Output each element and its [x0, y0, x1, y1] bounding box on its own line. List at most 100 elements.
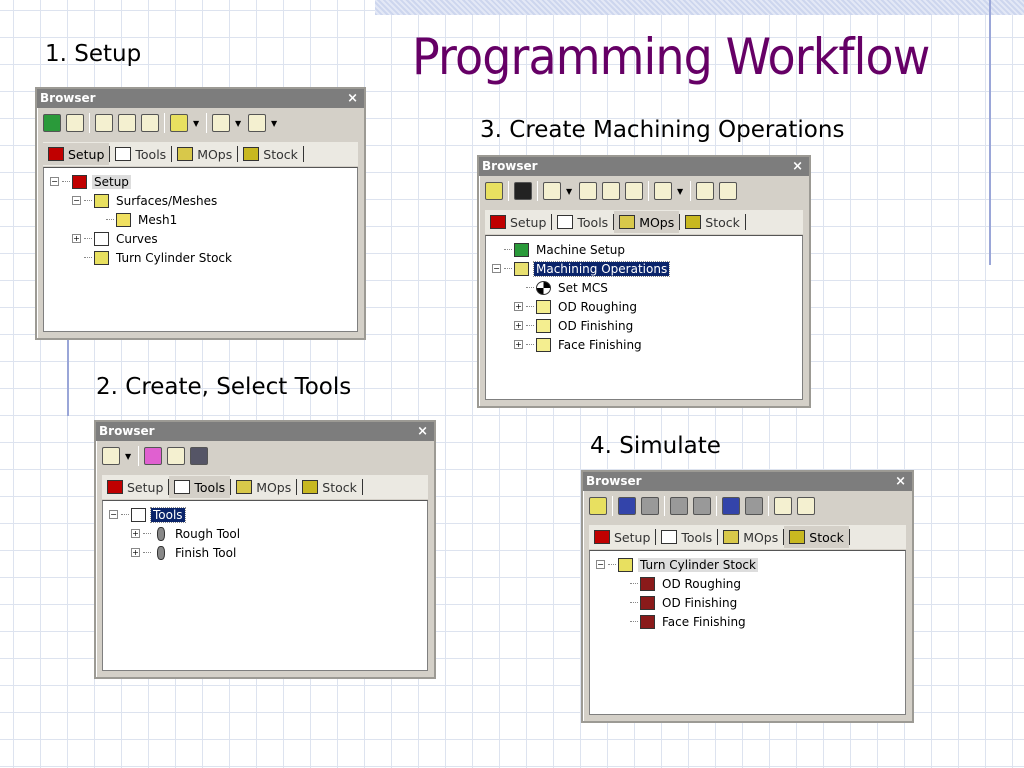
tree-item[interactable]: Mesh1 — [50, 210, 357, 229]
report-icon[interactable] — [696, 182, 714, 200]
tree-item[interactable]: OD Roughing — [596, 574, 905, 593]
tree-item[interactable]: − Setup — [50, 172, 357, 191]
tree-item[interactable]: − Tools — [109, 505, 427, 524]
expand-icon[interactable]: + — [131, 529, 140, 538]
dropdown-arrow-icon[interactable]: ▼ — [677, 187, 685, 196]
close-icon[interactable]: × — [347, 89, 364, 108]
slide-title: Programming Workflow — [412, 28, 930, 86]
move-icon[interactable] — [118, 114, 136, 132]
collapse-icon[interactable]: − — [50, 177, 59, 186]
tab-tools[interactable]: Tools — [169, 476, 231, 498]
tools-tab-icon — [557, 215, 574, 229]
tree-item[interactable]: Face Finishing — [596, 612, 905, 631]
tool-icon[interactable] — [102, 447, 120, 465]
tab-mops[interactable]: MOps — [172, 143, 237, 165]
tools-hammer-icon[interactable] — [248, 114, 266, 132]
tab-stock[interactable]: Stock — [784, 526, 849, 548]
dropdown-arrow-icon[interactable]: ▼ — [566, 187, 574, 196]
dropdown-arrow-icon[interactable]: ▼ — [125, 452, 133, 461]
setup-tab-icon — [107, 480, 123, 494]
tree-item[interactable]: OD Finishing — [596, 593, 905, 612]
mops-tab-icon — [236, 480, 253, 494]
tree-connector — [630, 602, 638, 603]
expand-icon[interactable]: + — [72, 234, 81, 243]
report-icon[interactable] — [797, 497, 815, 515]
close-icon[interactable]: × — [792, 157, 809, 176]
dropdown-arrow-icon[interactable]: ▼ — [193, 119, 201, 128]
tab-stock[interactable]: Stock — [238, 143, 303, 165]
tree-item[interactable]: − Machining Operations — [492, 259, 802, 278]
expand-icon[interactable]: + — [514, 302, 523, 311]
expand-icon[interactable]: + — [514, 321, 523, 330]
tab-stock[interactable]: Stock — [680, 211, 745, 233]
collapse-icon[interactable]: − — [596, 560, 605, 569]
toolbar-separator — [716, 496, 717, 516]
tree-item[interactable]: + Finish Tool — [109, 543, 427, 562]
document-icon[interactable] — [66, 114, 84, 132]
machine-icon[interactable] — [43, 114, 61, 132]
tree-item[interactable]: + Curves — [50, 229, 357, 248]
collapse-icon[interactable]: − — [109, 510, 118, 519]
tree-connector — [526, 306, 534, 307]
rewind-icon[interactable] — [745, 497, 763, 515]
tab-mops[interactable]: MOps — [231, 476, 296, 498]
pause-icon[interactable] — [641, 497, 659, 515]
tree-item[interactable]: + Rough Tool — [109, 524, 427, 543]
setup-tab-icon — [490, 215, 506, 229]
tab-setup[interactable]: Setup — [43, 143, 110, 165]
tab-tools[interactable]: Tools — [552, 211, 613, 233]
step-end-icon[interactable] — [693, 497, 711, 515]
tool-move-icon[interactable] — [579, 182, 597, 200]
tree-item[interactable]: Turn Cylinder Stock — [50, 248, 357, 267]
step-icon[interactable] — [670, 497, 688, 515]
mops-tab-icon — [619, 215, 636, 229]
tab-stock[interactable]: Stock — [297, 476, 362, 498]
copy-tool-icon[interactable] — [167, 447, 185, 465]
tree-item[interactable]: + OD Roughing — [492, 297, 802, 316]
tab-setup[interactable]: Setup — [589, 526, 655, 548]
compare-icon[interactable] — [774, 497, 792, 515]
tool-offset-icon[interactable] — [602, 182, 620, 200]
tab-mops[interactable]: MOps — [718, 526, 783, 548]
stock-box-icon[interactable] — [170, 114, 188, 132]
save-icon[interactable] — [190, 447, 208, 465]
tool-icon[interactable] — [543, 182, 561, 200]
tab-setup[interactable]: Setup — [102, 476, 168, 498]
expand-icon[interactable]: + — [131, 548, 140, 557]
close-icon[interactable]: × — [895, 472, 912, 491]
expand-icon[interactable]: + — [514, 340, 523, 349]
stock-tab-icon — [789, 530, 806, 544]
tree-item[interactable]: Set MCS — [492, 278, 802, 297]
tree-connector — [526, 287, 534, 288]
tab-setup[interactable]: Setup — [485, 211, 551, 233]
tree-item[interactable]: − Surfaces/Meshes — [50, 191, 357, 210]
path-icon[interactable] — [625, 182, 643, 200]
play-icon[interactable] — [618, 497, 636, 515]
stock-box-icon[interactable] — [589, 497, 607, 515]
dropdown-arrow-icon[interactable]: ▼ — [235, 119, 243, 128]
tab-mops[interactable]: MOps — [614, 211, 680, 233]
post-icon[interactable] — [719, 182, 737, 200]
operation-icon[interactable] — [654, 182, 672, 200]
fast-forward-icon[interactable] — [722, 497, 740, 515]
tree-item[interactable]: + OD Finishing — [492, 316, 802, 335]
mcs-icon[interactable] — [514, 182, 532, 200]
tree-connector — [608, 564, 616, 565]
collapse-icon[interactable]: − — [492, 264, 501, 273]
tab-label: Stock — [322, 479, 357, 495]
tool-library-icon[interactable] — [144, 447, 162, 465]
tree-item[interactable]: Machine Setup — [492, 240, 802, 259]
close-icon[interactable]: × — [417, 422, 434, 441]
tab-tools[interactable]: Tools — [110, 143, 171, 165]
tree-view: − Setup − Surfaces/Meshes Mesh1 + Curves Turn C… — [43, 167, 358, 332]
region-icon[interactable] — [141, 114, 159, 132]
stock-box-icon[interactable] — [485, 182, 503, 200]
tab-tools[interactable]: Tools — [656, 526, 717, 548]
xyz-axes-icon[interactable] — [95, 114, 113, 132]
collapse-icon[interactable]: − — [72, 196, 81, 205]
mcs-icon — [536, 280, 551, 295]
dropdown-arrow-icon[interactable]: ▼ — [271, 119, 279, 128]
tree-item[interactable]: + Face Finishing — [492, 335, 802, 354]
tree-item[interactable]: − Turn Cylinder Stock — [596, 555, 905, 574]
fixture-icon[interactable] — [212, 114, 230, 132]
